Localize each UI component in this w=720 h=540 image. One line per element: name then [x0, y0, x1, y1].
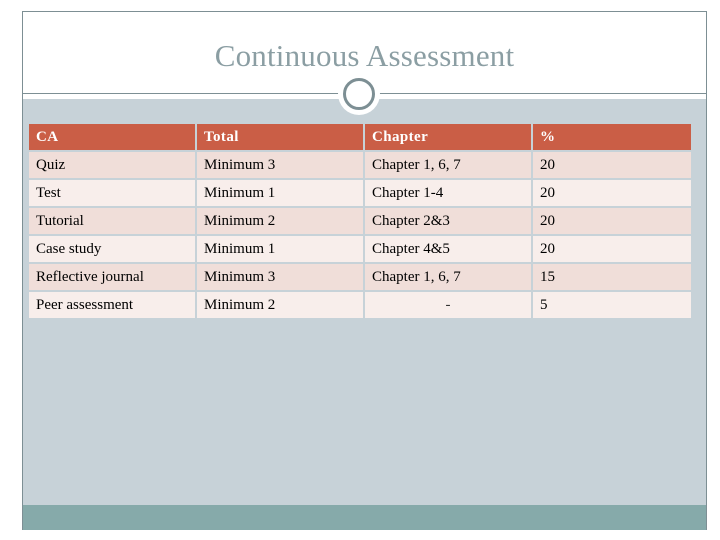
cell-percent: 20 — [533, 180, 691, 206]
cell-ca: Tutorial — [29, 208, 195, 234]
cell-chapter: Chapter 1, 6, 7 — [365, 152, 531, 178]
cell-ca: Reflective journal — [29, 264, 195, 290]
page-title: Continuous Assessment — [214, 38, 515, 73]
column-header-ca: CA — [29, 124, 195, 150]
cell-total: Minimum 2 — [197, 208, 363, 234]
table-row: Tutorial Minimum 2 Chapter 2&3 20 — [29, 208, 691, 234]
column-header-percent: % — [533, 124, 691, 150]
table-row: Quiz Minimum 3 Chapter 1, 6, 7 20 — [29, 152, 691, 178]
assessment-table: CA Total Chapter % Quiz Minimum 3 Chapte… — [27, 122, 693, 320]
cell-ca: Case study — [29, 236, 195, 262]
cell-chapter: Chapter 2&3 — [365, 208, 531, 234]
cell-total: Minimum 3 — [197, 152, 363, 178]
footer-band — [23, 505, 706, 530]
cell-total: Minimum 3 — [197, 264, 363, 290]
cell-percent: 15 — [533, 264, 691, 290]
cell-ca: Quiz — [29, 152, 195, 178]
table-header: CA Total Chapter % — [29, 124, 691, 150]
slide: Continuous Assessment CA Total Chapter %… — [0, 0, 720, 540]
table-row: Reflective journal Minimum 3 Chapter 1, … — [29, 264, 691, 290]
cell-percent: 5 — [533, 292, 691, 318]
table-body: Quiz Minimum 3 Chapter 1, 6, 7 20 Test M… — [29, 152, 691, 318]
cell-percent: 20 — [533, 152, 691, 178]
table-row: Test Minimum 1 Chapter 1-4 20 — [29, 180, 691, 206]
table-header-row: CA Total Chapter % — [29, 124, 691, 150]
column-header-chapter: Chapter — [365, 124, 531, 150]
cell-percent: 20 — [533, 236, 691, 262]
cell-chapter: Chapter 1-4 — [365, 180, 531, 206]
cell-chapter: Chapter 4&5 — [365, 236, 531, 262]
cell-chapter: - — [365, 292, 531, 318]
cell-percent: 20 — [533, 208, 691, 234]
ring-decoration-icon — [343, 78, 375, 110]
cell-total: Minimum 2 — [197, 292, 363, 318]
cell-ca: Test — [29, 180, 195, 206]
cell-chapter: Chapter 1, 6, 7 — [365, 264, 531, 290]
cell-total: Minimum 1 — [197, 236, 363, 262]
cell-total: Minimum 1 — [197, 180, 363, 206]
cell-ca: Peer assessment — [29, 292, 195, 318]
table-row: Case study Minimum 1 Chapter 4&5 20 — [29, 236, 691, 262]
table-row: Peer assessment Minimum 2 - 5 — [29, 292, 691, 318]
column-header-total: Total — [197, 124, 363, 150]
